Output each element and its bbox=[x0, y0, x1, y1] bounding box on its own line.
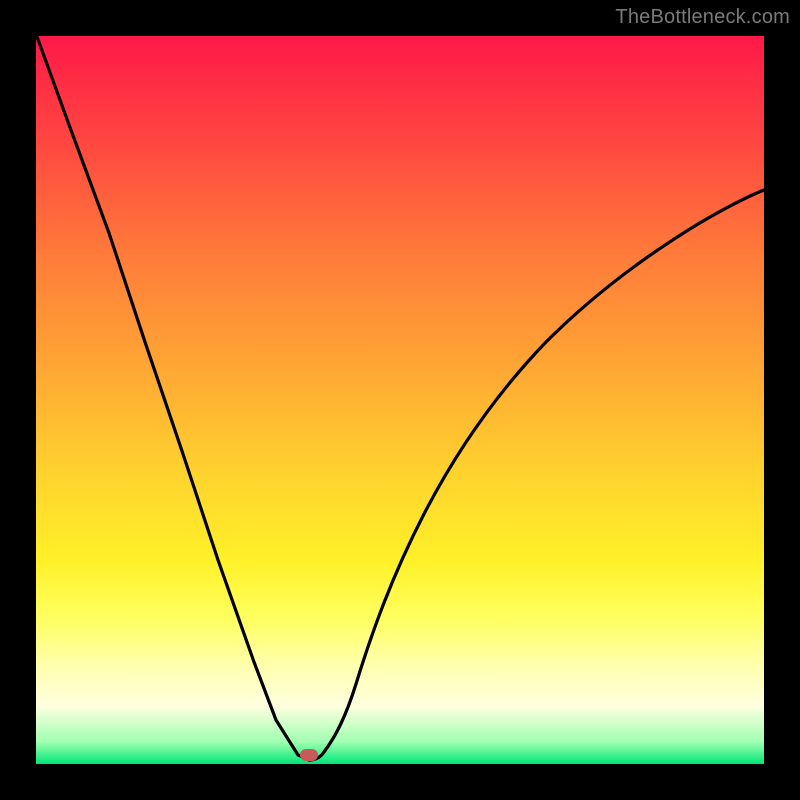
watermark-text: TheBottleneck.com bbox=[615, 6, 790, 29]
plot-area bbox=[36, 36, 764, 764]
minimum-marker bbox=[300, 749, 318, 761]
curve-right-branch bbox=[309, 190, 764, 760]
curve-left-branch bbox=[36, 34, 309, 760]
chart-frame: TheBottleneck.com bbox=[0, 0, 800, 800]
bottleneck-curve bbox=[36, 36, 764, 764]
